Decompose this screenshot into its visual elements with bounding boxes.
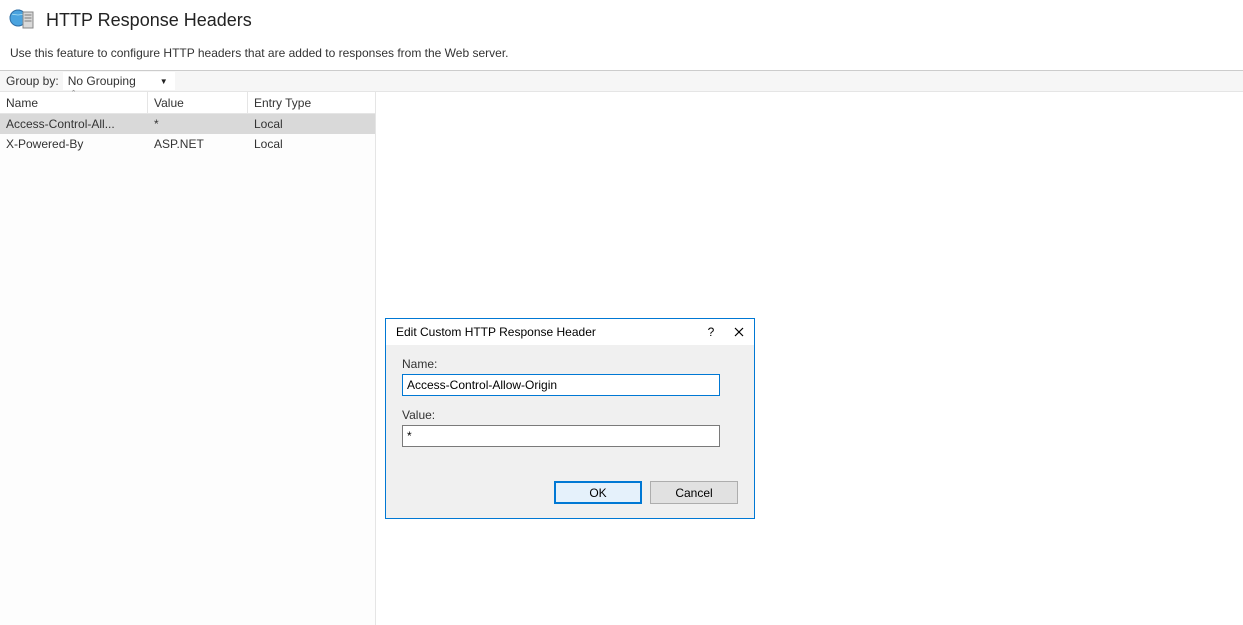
value-field-label: Value: xyxy=(402,408,738,422)
grid-header-row: ⌃ Name Value Entry Type xyxy=(0,92,375,114)
cell-name: X-Powered-By xyxy=(0,137,148,151)
close-icon xyxy=(734,327,744,337)
page-description: Use this feature to configure HTTP heade… xyxy=(0,42,1243,70)
close-button[interactable] xyxy=(732,325,746,339)
cell-value: ASP.NET xyxy=(148,137,248,151)
cell-entry-type: Local xyxy=(248,137,374,151)
cell-entry-type: Local xyxy=(248,117,374,131)
cell-value: * xyxy=(148,117,248,131)
ok-button[interactable]: OK xyxy=(554,481,642,504)
toolbar: Group by: No Grouping ▼ xyxy=(0,70,1243,92)
help-button[interactable]: ? xyxy=(704,325,718,339)
page-header: HTTP Response Headers xyxy=(0,0,1243,42)
name-input[interactable] xyxy=(402,374,720,396)
chevron-down-icon: ▼ xyxy=(160,77,170,86)
table-row[interactable]: Access-Control-All... * Local xyxy=(0,114,375,134)
grid-body: Access-Control-All... * Local X-Powered-… xyxy=(0,114,375,154)
page-title: HTTP Response Headers xyxy=(46,10,252,31)
group-by-value: No Grouping xyxy=(68,74,136,88)
value-input[interactable] xyxy=(402,425,720,447)
group-by-label: Group by: xyxy=(6,74,59,88)
edit-header-dialog: Edit Custom HTTP Response Header ? Name:… xyxy=(385,318,755,519)
cell-name: Access-Control-All... xyxy=(0,117,148,131)
column-header-value[interactable]: Value xyxy=(148,92,248,113)
group-by-dropdown[interactable]: No Grouping ▼ xyxy=(63,72,175,90)
table-row[interactable]: X-Powered-By ASP.NET Local xyxy=(0,134,375,154)
dialog-titlebar[interactable]: Edit Custom HTTP Response Header ? xyxy=(386,319,754,345)
http-headers-icon xyxy=(8,6,36,34)
cancel-button[interactable]: Cancel xyxy=(650,481,738,504)
name-field-label: Name: xyxy=(402,357,738,371)
sort-indicator-icon: ⌃ xyxy=(71,91,77,97)
headers-grid: ⌃ Name Value Entry Type Access-Control-A… xyxy=(0,92,376,625)
column-header-name[interactable]: ⌃ Name xyxy=(0,92,148,113)
column-header-entry-type[interactable]: Entry Type xyxy=(248,92,374,113)
dialog-title: Edit Custom HTTP Response Header xyxy=(396,325,596,339)
